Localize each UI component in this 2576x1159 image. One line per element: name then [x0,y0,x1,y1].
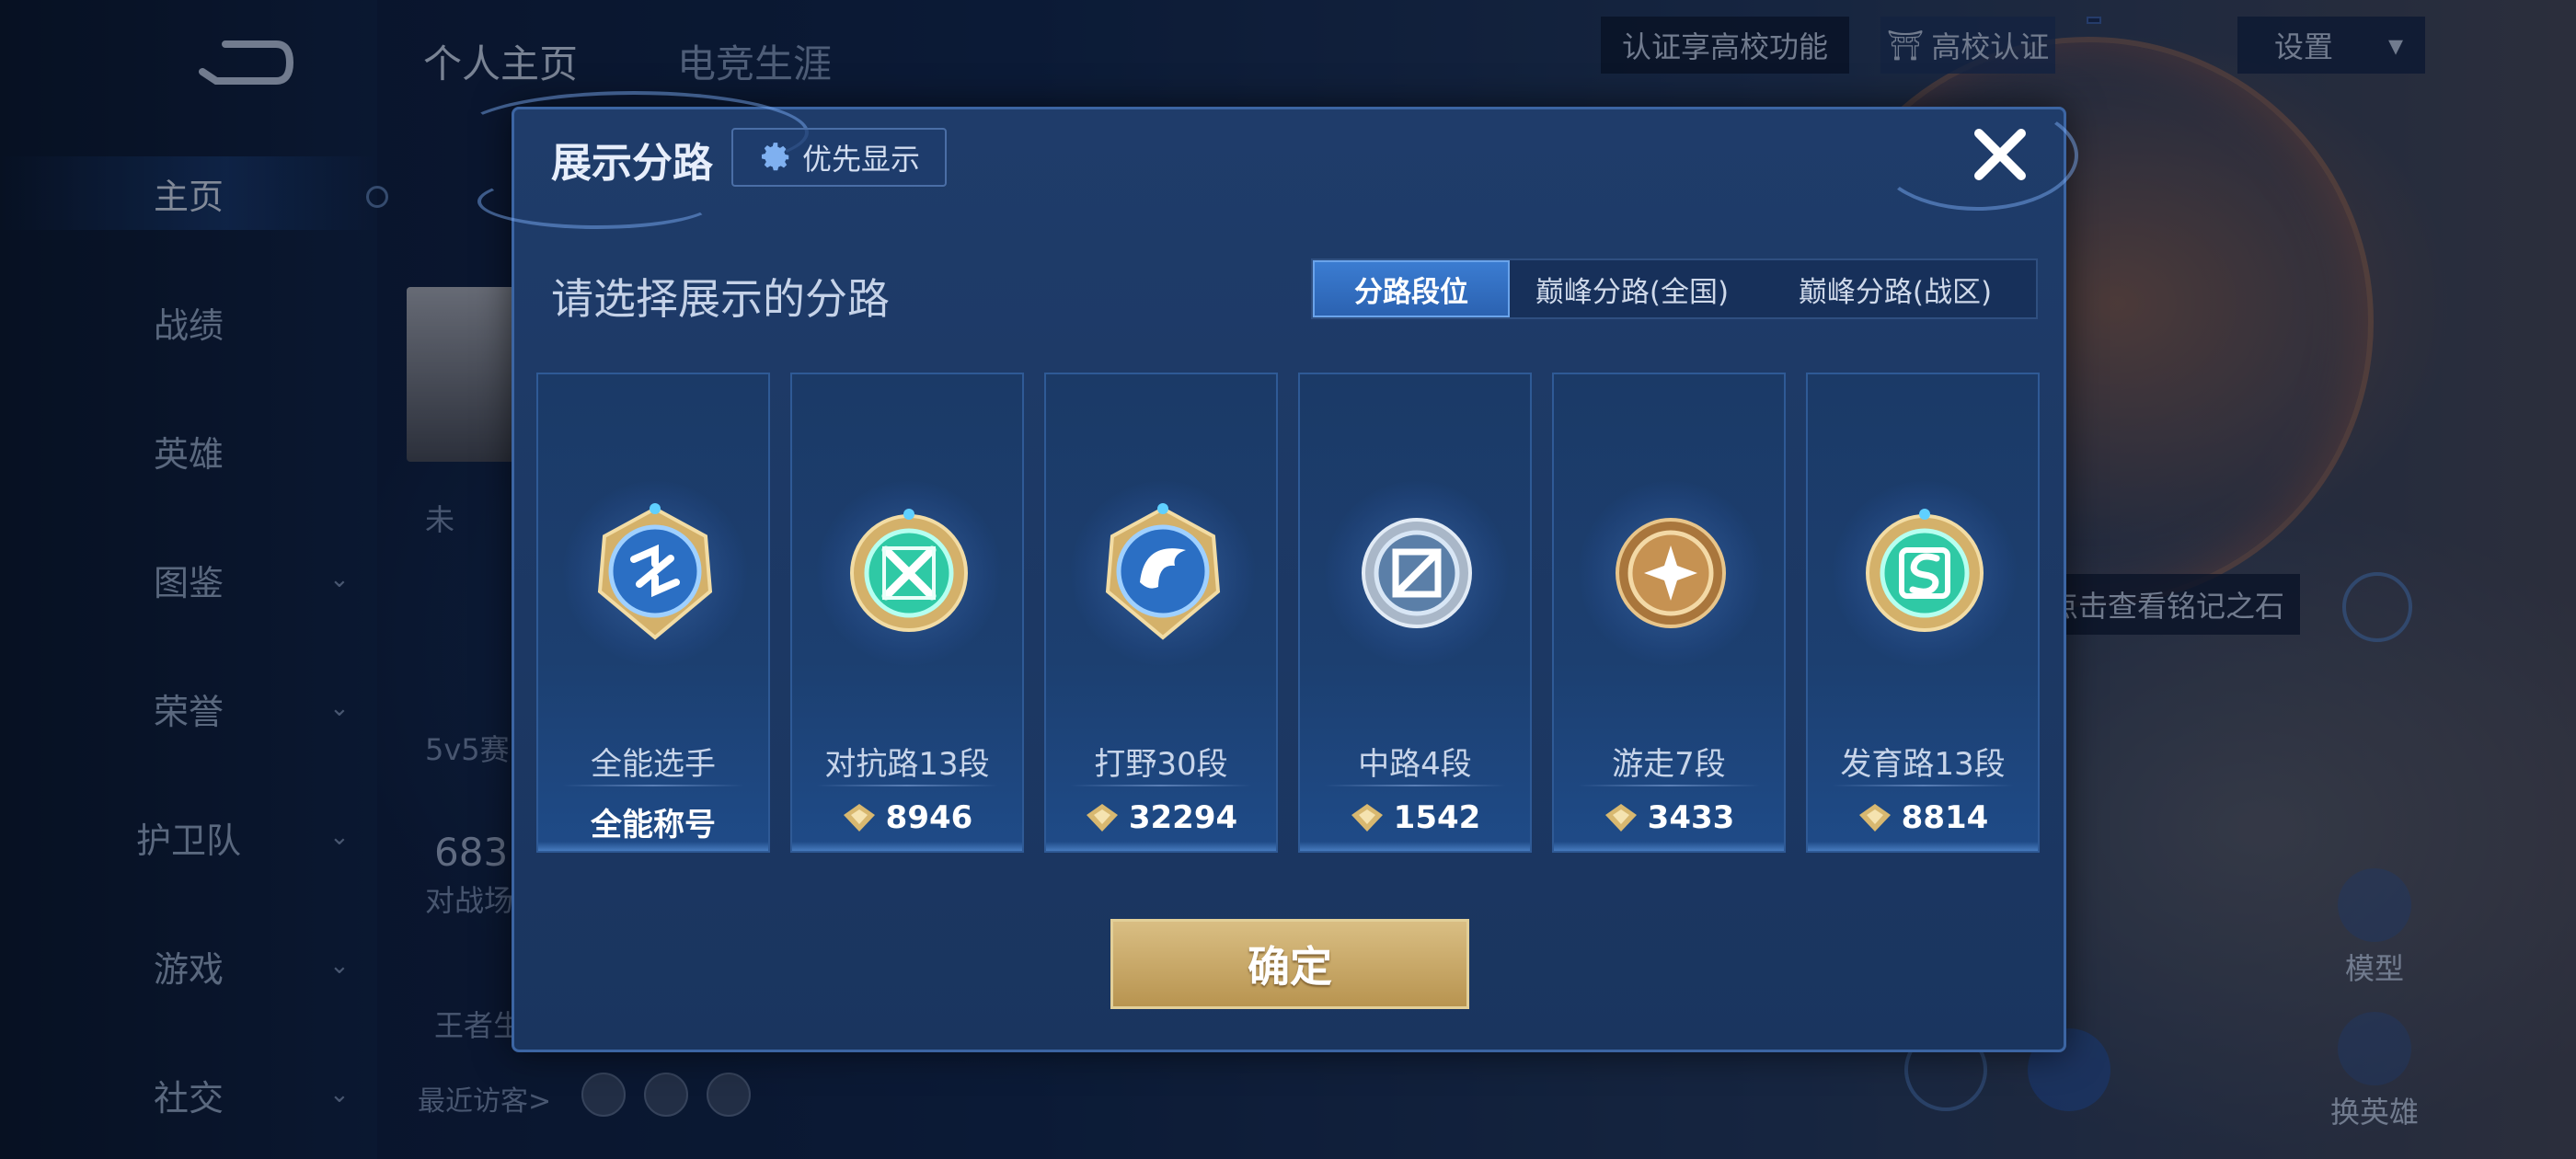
lane-value: 8946 [792,799,1022,836]
lane-value: 1542 [1300,799,1530,836]
lane-value-text: 全能称号 [591,807,716,843]
card-glow [792,842,1022,851]
lane-name: 游走7段 [1612,746,1726,783]
jungle-badge-icon [1105,503,1221,640]
lane-card-farm[interactable]: 发育路13段 8814 [1806,373,2040,853]
farm-lane-badge-icon [1866,509,1984,632]
card-glow [1554,842,1784,851]
points-icon [1086,804,1118,832]
gear-icon [761,143,789,171]
lane-name: 打野30段 [1094,746,1228,783]
lane-value-text: 1542 [1393,799,1481,836]
confirm-button[interactable]: 确定 [1110,919,1469,1009]
lane-card-mid[interactable]: 中路4段 1542 [1298,373,1532,853]
roam-badge-icon [1616,518,1726,628]
lane-value: 8814 [1808,799,2038,836]
lane-card-roam[interactable]: 游走7段 3433 [1552,373,1786,853]
card-glow [1808,842,2038,851]
lane-name: 全能选手 [591,746,716,783]
divider [1578,785,1760,786]
points-icon [843,804,875,832]
priority-display-button[interactable]: 优先显示 [731,128,947,187]
divider [1070,785,1252,786]
lane-value-text: 8946 [885,799,973,836]
tab-lane-rank[interactable]: 分路段位 [1313,260,1510,317]
confirm-label: 确定 [1248,942,1332,992]
lane-filter-tabs: 分路段位 巅峰分路(全国) 巅峰分路(战区) [1311,258,2038,319]
card-glow [1300,842,1530,851]
lane-card-jungle[interactable]: 打野30段 32294 [1044,373,1278,853]
points-icon [1604,804,1637,832]
points-icon [1858,804,1891,832]
tab-peak-lane-national[interactable]: 巅峰分路(全国) [1510,260,1754,317]
all-round-badge-icon [597,503,713,640]
modal-subtitle: 请选择展示的分路 [551,274,890,324]
lane-card-all-round[interactable]: 全能选手 全能称号 [536,373,770,853]
mid-lane-badge-icon [1362,518,1472,628]
close-icon[interactable] [1968,122,2032,187]
card-glow [538,842,768,851]
lane-name: 中路4段 [1358,746,1472,783]
modal-title: 展示分路 [551,140,713,187]
divider [816,785,998,786]
lane-value: 全能称号 [538,799,768,844]
tab-peak-lane-region[interactable]: 巅峰分路(战区) [1754,260,2036,317]
card-glow [1046,842,1276,851]
lane-display-modal: 展示分路 优先显示 请选择展示的分路 分路段位 巅峰分路(全国) 巅峰分路(战区… [459,91,2078,1052]
lane-card-clash[interactable]: 对抗路13段 8946 [790,373,1024,853]
lane-name: 对抗路13段 [824,746,990,783]
points-icon [1351,804,1383,832]
lane-value: 3433 [1554,799,1784,836]
clash-lane-badge-icon [850,509,968,632]
divider [562,785,744,786]
lane-value-text: 32294 [1128,799,1238,836]
lane-value: 32294 [1046,799,1276,836]
lane-name: 发育路13段 [1840,746,2006,783]
divider [1832,785,2014,786]
lane-value-text: 3433 [1647,799,1735,836]
lane-value-text: 8814 [1901,799,1989,836]
divider [1324,785,1506,786]
priority-display-label: 优先显示 [801,142,920,177]
